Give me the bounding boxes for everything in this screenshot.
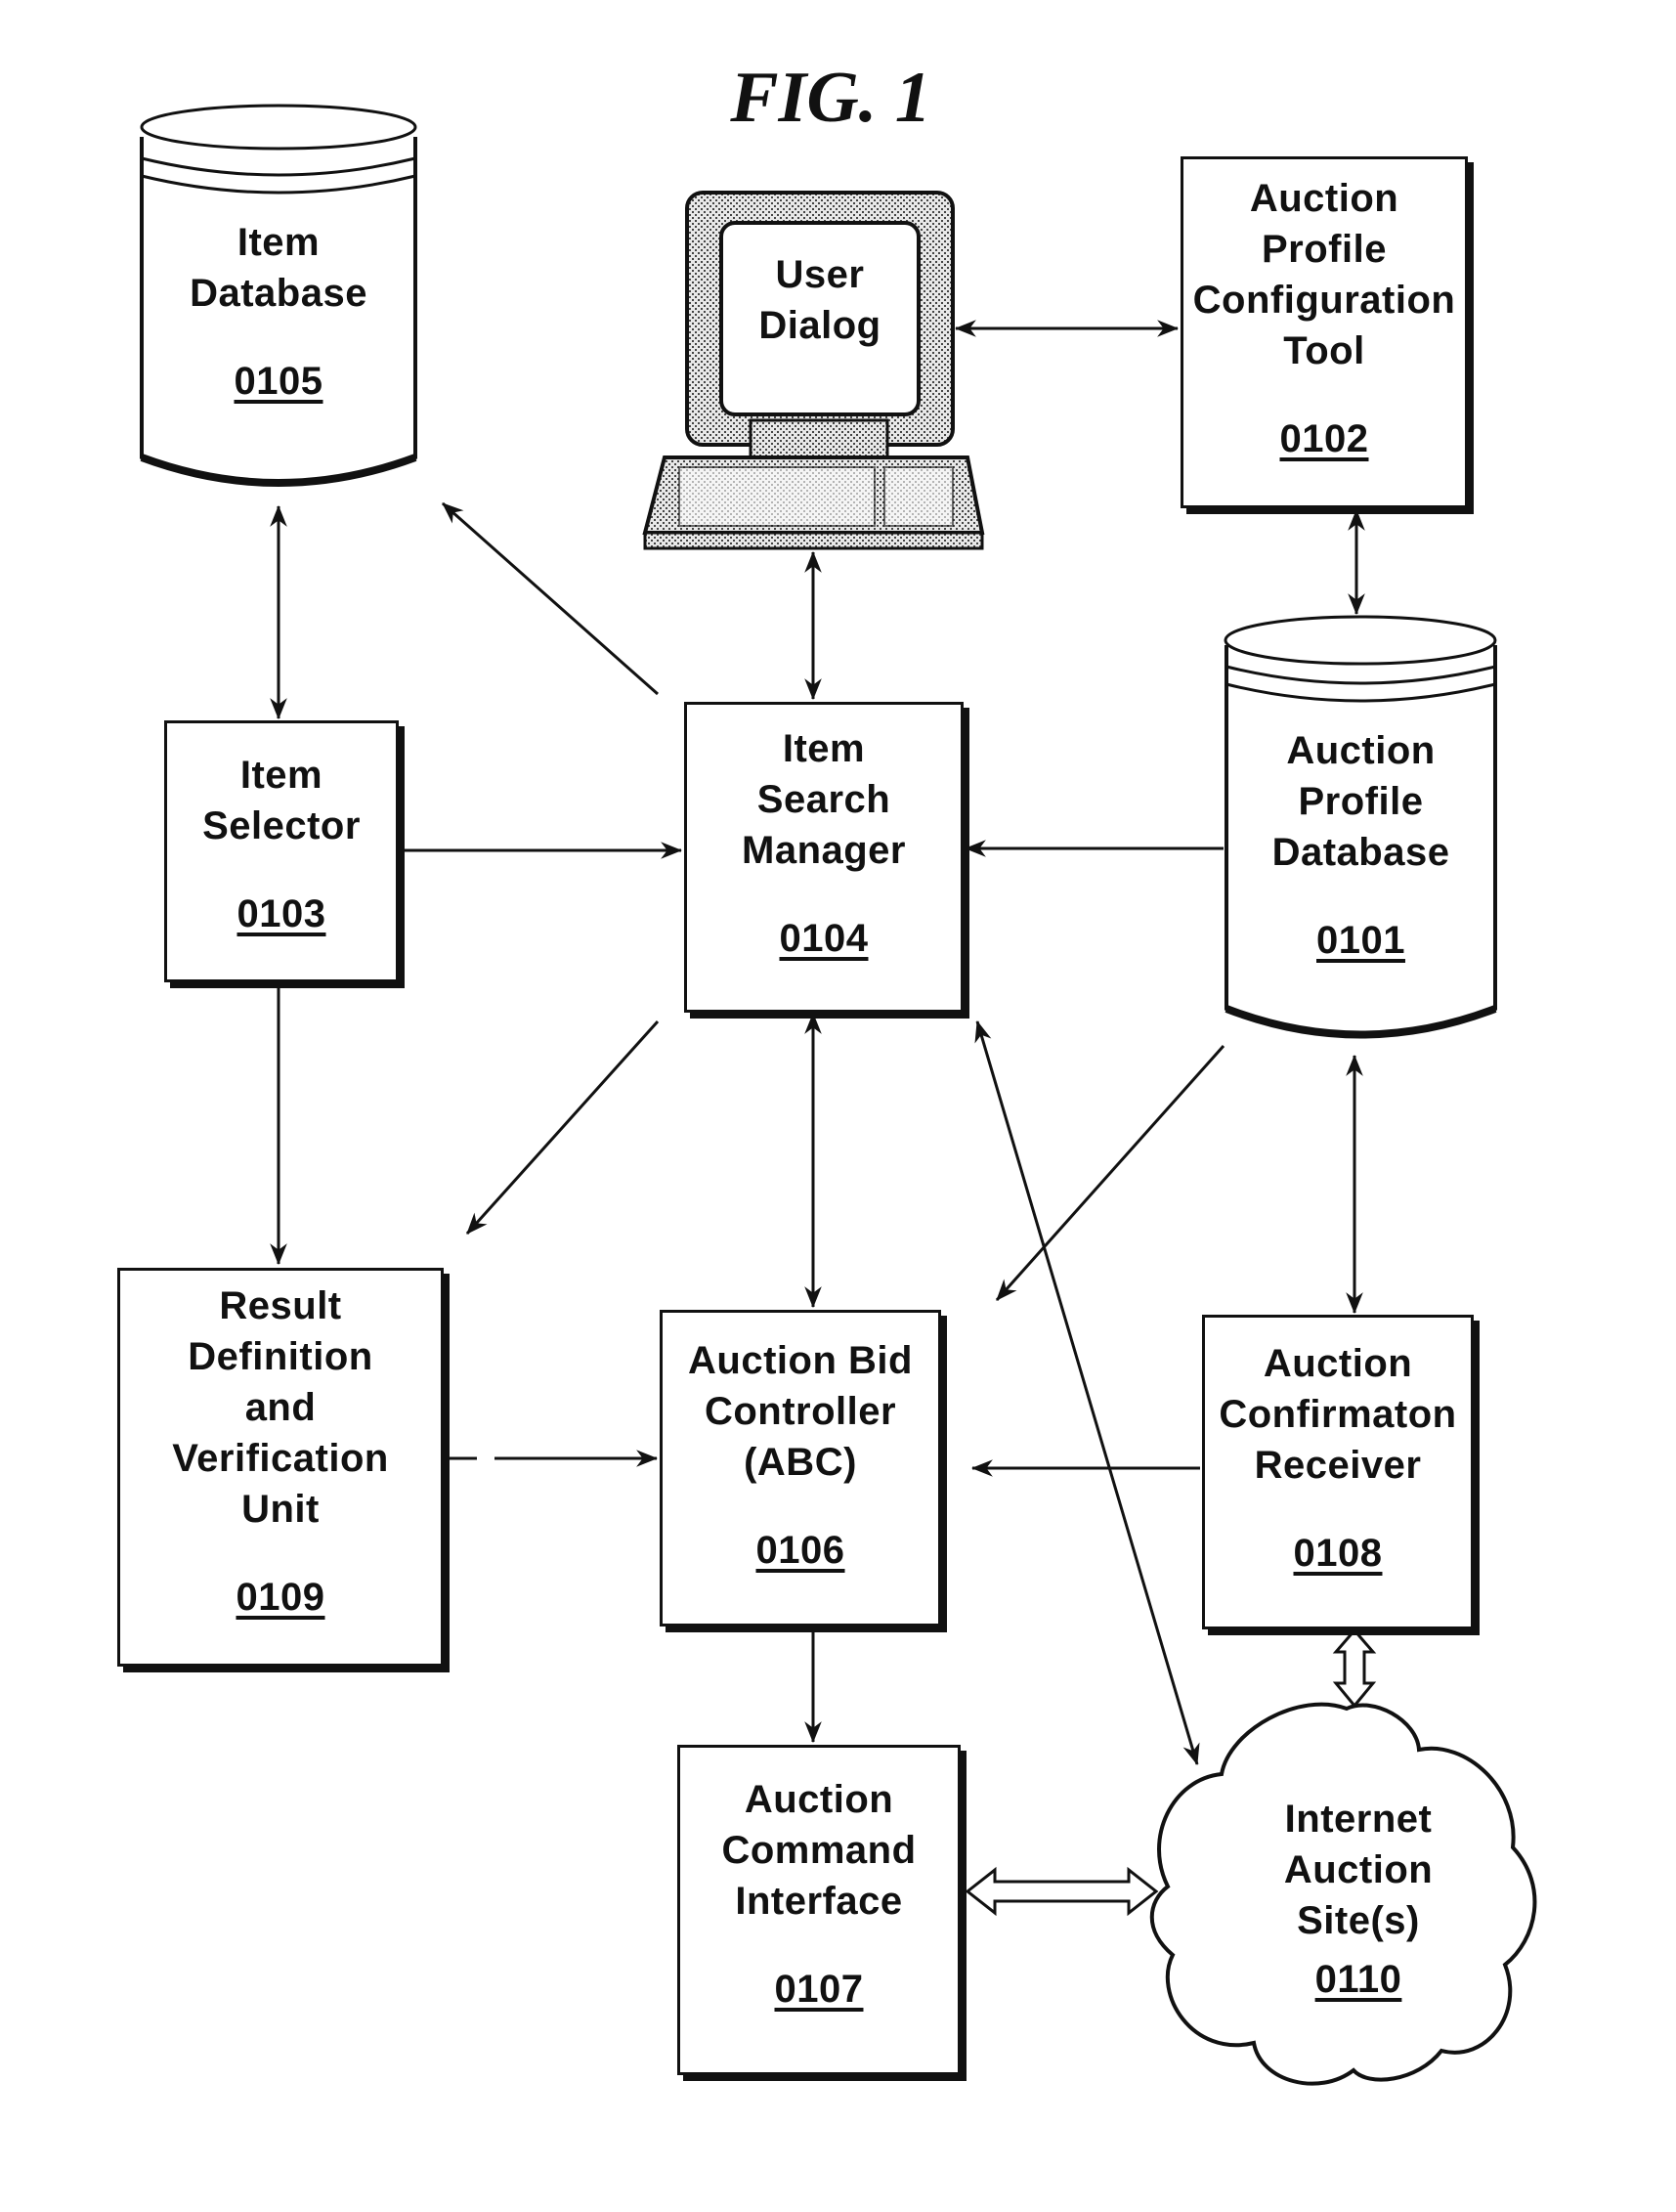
ref-0108: 0108 bbox=[1293, 1532, 1383, 1575]
ref-0105: 0105 bbox=[234, 360, 323, 403]
edge-ism-itemdb bbox=[442, 501, 659, 696]
item-selector-label: Item Selector 0103 bbox=[164, 750, 399, 939]
ref-0102: 0102 bbox=[1279, 417, 1369, 460]
item-search-manager-label: Item Search Manager 0104 bbox=[684, 723, 964, 964]
internet-auction-sites-label: Internet Auction Site(s) 0110 bbox=[1217, 1794, 1500, 2005]
edge-apd-abc bbox=[995, 1045, 1225, 1301]
auction-command-interface-label: Auction Command Interface 0107 bbox=[677, 1774, 961, 2015]
edge-ism-rdvu bbox=[465, 1019, 660, 1236]
auction-bid-controller-label: Auction Bid Controller (ABC) 0106 bbox=[660, 1335, 941, 1576]
hollow-arrow-acr-cloud bbox=[1332, 1627, 1377, 1709]
ref-0103: 0103 bbox=[236, 892, 326, 935]
ref-0110: 0110 bbox=[1314, 1958, 1402, 2001]
item-database-label: Item Database 0105 bbox=[142, 217, 415, 407]
ref-0104: 0104 bbox=[779, 917, 869, 960]
auction-profile-database-label: Auction Profile Database 0101 bbox=[1226, 725, 1495, 966]
auction-confirmation-receiver-label: Auction Confirmaton Receiver 0108 bbox=[1202, 1338, 1474, 1579]
user-dialog-label: User Dialog bbox=[758, 253, 881, 347]
computer-icon bbox=[642, 191, 985, 550]
ref-0106: 0106 bbox=[755, 1529, 845, 1572]
ref-0107: 0107 bbox=[774, 1968, 864, 2011]
result-definition-label: Result Definition and Verification Unit … bbox=[117, 1280, 444, 1623]
ref-0101: 0101 bbox=[1316, 919, 1405, 962]
apct-label: Auction Profile Configuration Tool 0102 bbox=[1181, 173, 1468, 464]
ref-0109: 0109 bbox=[236, 1576, 325, 1619]
hollow-arrow-aci-cloud bbox=[965, 1866, 1159, 1917]
figure-title: FIG. 1 bbox=[730, 58, 931, 138]
edge-cloud-ism bbox=[974, 1019, 1200, 1766]
